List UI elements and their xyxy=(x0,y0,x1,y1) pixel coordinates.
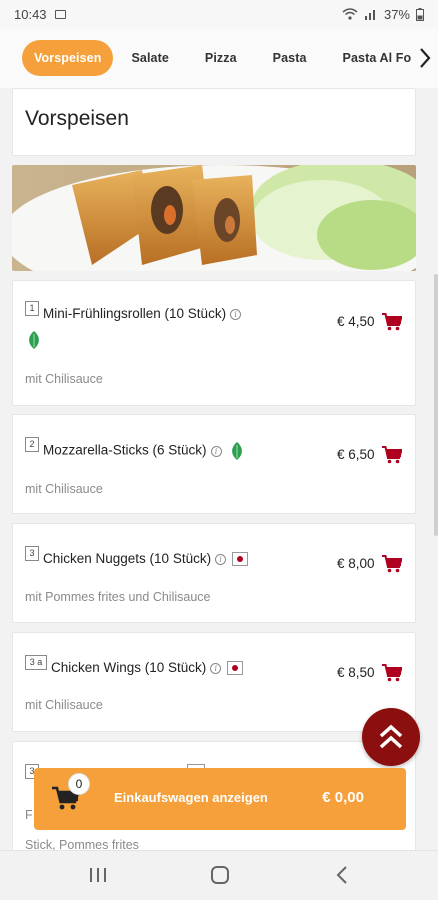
wifi-icon xyxy=(342,8,358,20)
item-name-wrap: Chicken Nuggets (10 Stück) i xyxy=(43,551,249,567)
category-tabs: Vorspeisen Salate Pizza Pasta Pasta Al F… xyxy=(0,28,438,88)
signal-icon xyxy=(364,8,378,20)
item-name: Chicken Nuggets (10 Stück) xyxy=(43,551,212,566)
info-icon[interactable]: i xyxy=(215,553,227,565)
shopping-cart-icon[interactable] xyxy=(382,555,402,573)
chevron-right-icon xyxy=(420,48,431,68)
cart-total: € 0,00 xyxy=(322,789,364,806)
tab-pizza[interactable]: Pizza xyxy=(187,40,255,76)
menu-item-card[interactable]: 3 a Chicken Wings (10 Stück) i mit Chilis… xyxy=(12,632,416,732)
category-banner-image xyxy=(12,165,416,271)
shopping-cart-icon[interactable] xyxy=(382,446,402,464)
item-name-wrap: Mozzarella-Sticks (6 Stück) i xyxy=(43,442,244,460)
cart-label: Einkaufswagen anzeigen xyxy=(114,790,268,805)
item-description: mit Chilisauce xyxy=(25,482,103,496)
item-description: mit Chilisauce xyxy=(25,372,103,386)
battery-level: 37% xyxy=(383,6,410,22)
battery-icon xyxy=(416,7,424,21)
leaf-icon xyxy=(29,331,39,349)
recent-apps-icon[interactable] xyxy=(88,864,108,886)
item-description-partial: F xyxy=(25,808,33,822)
item-name: Chicken Wings (10 Stück) xyxy=(51,660,207,675)
spicy-icon xyxy=(232,552,249,567)
item-description: mit Pommes frites und Chilisauce xyxy=(25,590,211,604)
item-price: € 8,00 xyxy=(337,556,375,571)
menu-item-card[interactable]: 3 Chicken Nuggets (10 Stück) i mit Pommes… xyxy=(12,523,416,623)
shopping-cart-icon[interactable] xyxy=(382,664,402,682)
menu-item-card[interactable]: 1 Mini-Frühlingsrollen (10 Stück) i mit C… xyxy=(12,280,416,406)
system-nav-bar xyxy=(0,850,438,900)
info-icon[interactable]: i xyxy=(210,662,222,674)
status-time: 10:43 xyxy=(14,6,47,22)
status-bar: 10:43 37% xyxy=(0,0,438,28)
scroll-top-button[interactable] xyxy=(362,708,420,766)
item-price: € 4,50 xyxy=(337,314,375,329)
image-notification-icon xyxy=(54,9,66,19)
section-title: Vorspeisen xyxy=(25,107,129,130)
item-price: € 8,50 xyxy=(337,665,375,680)
item-name-wrap: Chicken Wings (10 Stück) i xyxy=(51,660,244,676)
menu-item-card[interactable]: 2 Mozzarella-Sticks (6 Stück) i mit Chili… xyxy=(12,414,416,514)
item-number: 1 xyxy=(25,301,39,316)
spicy-icon xyxy=(227,661,244,676)
double-chevron-up-icon xyxy=(379,724,403,749)
item-number: 3 xyxy=(25,546,39,561)
tabs-next-button[interactable] xyxy=(412,28,438,88)
section-header-card: Vorspeisen xyxy=(12,88,416,156)
info-icon[interactable]: i xyxy=(230,308,242,320)
item-price: € 6,50 xyxy=(337,447,375,462)
tab-vorspeisen[interactable]: Vorspeisen xyxy=(22,40,114,76)
leaf-icon xyxy=(232,442,243,460)
item-description: mit Chilisauce xyxy=(25,698,103,712)
item-description: Stick, Pommes frites xyxy=(25,838,139,850)
view-cart-button[interactable]: 0 Einkaufswagen anzeigen € 0,00 xyxy=(34,768,406,830)
item-number: 3 a xyxy=(25,655,47,670)
tab-salate[interactable]: Salate xyxy=(113,40,186,76)
scrollbar-thumb[interactable] xyxy=(434,274,438,536)
shopping-cart-icon[interactable] xyxy=(382,313,402,331)
item-number: 2 xyxy=(25,437,39,452)
item-name: Mini-Frühlingsrollen (10 Stück) xyxy=(43,306,227,321)
back-icon[interactable] xyxy=(334,864,350,886)
info-icon[interactable]: i xyxy=(210,445,222,457)
item-name-wrap: Mini-Frühlingsrollen (10 Stück) i xyxy=(43,306,242,321)
home-icon[interactable] xyxy=(209,864,231,886)
tab-pasta[interactable]: Pasta xyxy=(255,40,325,76)
item-name: Mozzarella-Sticks (6 Stück) xyxy=(43,442,207,458)
cart-count-badge: 0 xyxy=(68,773,90,795)
